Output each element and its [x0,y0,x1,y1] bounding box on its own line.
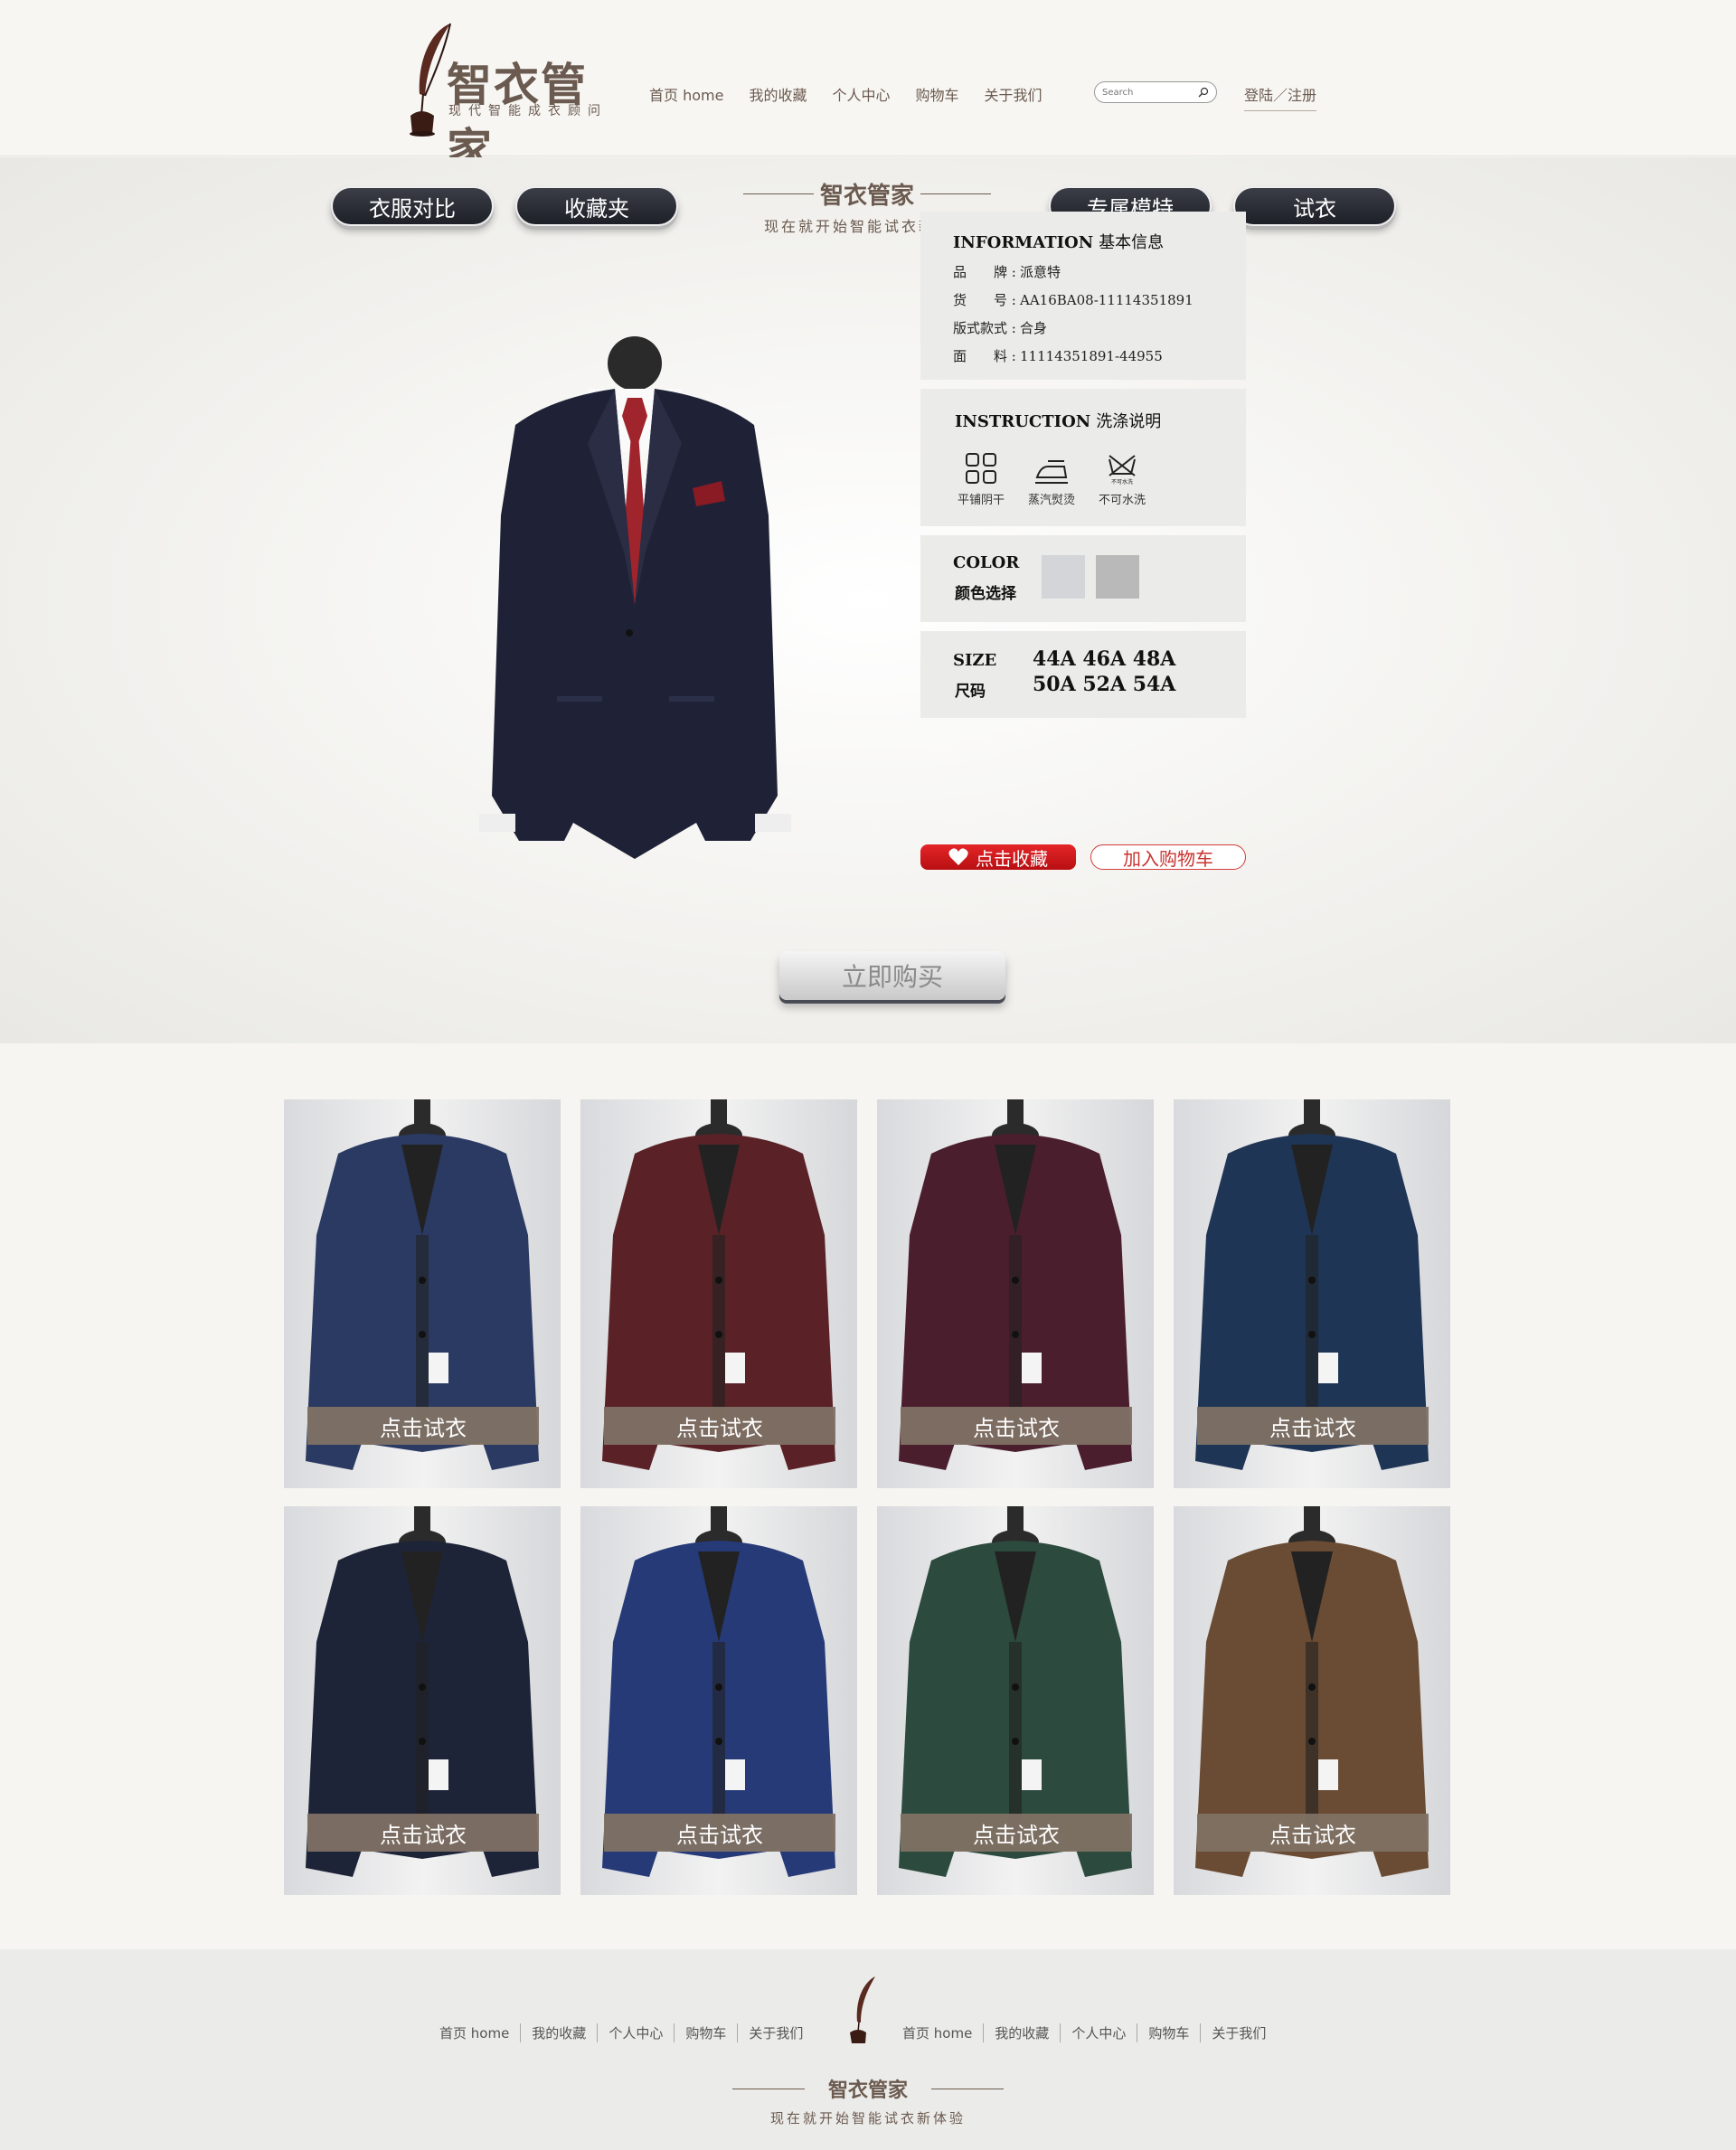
try-on-button[interactable]: 点击试衣 [307,1814,539,1852]
info-key: 面 料 : [953,348,1016,364]
divider [920,193,991,194]
color-title-zh: 颜色选择 [955,585,1016,603]
nav-about[interactable]: 关于我们 [985,83,1043,105]
flat-dry-icon [966,453,996,484]
search-icon[interactable] [1198,87,1209,98]
footer-nav-cart[interactable]: 购物车 [1137,2023,1202,2042]
color-swatch-grey[interactable] [1096,555,1139,599]
info-title-zh: 基本信息 [1099,233,1165,252]
footer-nav-favorites[interactable]: 我的收藏 [521,2023,599,2042]
info-row-sku: 货 号 : AA16BA08-11114351891 [953,290,1246,309]
nav-favorites[interactable]: 我的收藏 [749,83,807,105]
try-on-button[interactable]: 点击试衣 [1197,1407,1429,1445]
product-card[interactable]: 点击试衣 [284,1099,561,1488]
footer-nav-home[interactable]: 首页 home [892,2023,985,2042]
try-on-button[interactable]: 点击试衣 [901,1814,1132,1852]
footer-nav-cart[interactable]: 购物车 [675,2023,739,2042]
nav-home[interactable]: 首页 home [649,83,723,105]
care-label: 不可水洗 [1098,494,1146,507]
instruction-title-en: INSTRUCTION [955,412,1091,431]
try-on-button[interactable]: 点击试衣 [1197,1814,1429,1852]
product-card[interactable]: 点击试衣 [877,1506,1154,1895]
product-card[interactable]: 点击试衣 [877,1099,1154,1488]
instruction-panel: INSTRUCTION 洗涤说明 平铺阴干 蒸汽熨烫 不可水洗 不可水洗 [920,389,1246,526]
try-on-button[interactable]: 点击试衣 [901,1407,1132,1445]
footer-nav-left: 首页 home 我的收藏 个人中心 购物车 关于我们 [429,2023,814,2042]
info-value: AA16BA08-11114351891 [1020,292,1194,308]
footer-nav-profile[interactable]: 个人中心 [1061,2023,1138,2042]
care-label: 平铺阴干 [957,494,1005,507]
buy-now-button[interactable]: 立即购买 [779,951,1005,1000]
footer-nav-favorites[interactable]: 我的收藏 [984,2023,1061,2042]
favorite-button[interactable]: 点击收藏 [920,844,1076,870]
size-panel: SIZE 尺码 44A 46A 48A 50A 52A 54A [920,631,1246,718]
try-on-button[interactable]: 点击试衣 [604,1407,835,1445]
care-item: 不可水洗 不可水洗 [1096,450,1148,507]
footer-nav-right: 首页 home 我的收藏 个人中心 购物车 关于我们 [892,2023,1277,2042]
care-label: 蒸汽熨烫 [1027,494,1075,507]
brand-logo[interactable]: 智衣管家 现代智能成衣顾问 [405,22,631,176]
site-footer: 首页 home 我的收藏 个人中心 购物车 关于我们 首页 home 我的收藏 … [0,1949,1736,2150]
favorite-label: 点击收藏 [976,847,1048,870]
info-row-brand: 品 牌 : 派意特 [953,262,1246,281]
no-wash-icon: 不可水洗 [1109,455,1136,486]
size-options-row2[interactable]: 50A 52A 54A [1033,673,1175,696]
product-image [479,336,791,859]
footer-nav-profile[interactable]: 个人中心 [598,2023,675,2042]
tab-compare[interactable]: 衣服对比 [331,186,494,226]
product-card[interactable]: 点击试衣 [284,1506,561,1895]
quill-pen-icon [850,1976,875,2043]
search-box [1094,81,1217,103]
color-title: COLOR [953,553,1020,572]
instruction-title: INSTRUCTION 洗涤说明 [955,409,1246,432]
product-card[interactable]: 点击试衣 [1174,1506,1450,1895]
info-row-fit: 版式款式 : 合身 [953,318,1246,337]
steam-iron-icon [1035,460,1068,484]
search-input[interactable] [1102,85,1193,99]
site-header: 智衣管家 现代智能成衣顾问 首页 home 我的收藏 个人中心 购物车 关于我们… [0,0,1736,176]
product-card[interactable]: 点击试衣 [1174,1099,1450,1488]
size-title-zh: 尺码 [955,683,986,701]
size-title: SIZE [953,651,997,670]
info-key: 品 牌 : [953,264,1016,280]
info-title: INFORMATION 基本信息 [953,230,1246,253]
divider [743,193,814,194]
heart-icon [948,848,968,865]
care-item: 平铺阴干 [955,450,1007,507]
nav-profile[interactable]: 个人中心 [832,83,890,105]
login-register-link[interactable]: 登陆／注册 [1244,83,1317,111]
info-value: 11114351891-44955 [1020,348,1163,364]
no-wash-mark: 不可水洗 [1111,478,1133,486]
footer-brand: 智衣管家 现在就开始智能试衣新体验 [732,2074,1004,2127]
nav-cart[interactable]: 购物车 [915,83,958,105]
info-title-en: INFORMATION [953,233,1094,252]
footer-slogan: 现在就开始智能试衣新体验 [769,2110,966,2126]
add-to-cart-button[interactable]: 加入购物车 [1090,844,1246,870]
main-nav: 首页 home 我的收藏 个人中心 购物车 关于我们 [649,83,1043,105]
footer-nav-about[interactable]: 关于我们 [738,2023,814,2042]
color-panel: COLOR 颜色选择 [920,535,1246,622]
try-on-button[interactable]: 点击试衣 [307,1407,539,1445]
footer-nav-home[interactable]: 首页 home [429,2023,522,2042]
info-key: 货 号 : [953,292,1016,308]
instruction-title-zh: 洗涤说明 [1096,412,1162,431]
size-options-row1[interactable]: 44A 46A 48A [1033,647,1175,671]
color-swatch-light[interactable] [1042,555,1085,599]
info-value: 派意特 [1020,264,1061,280]
info-value: 合身 [1020,320,1048,336]
footer-nav-about[interactable]: 关于我们 [1201,2023,1277,2042]
brand-tagline: 现代智能成衣顾问 [448,104,608,118]
info-panel: INFORMATION 基本信息 品 牌 : 派意特 货 号 : AA16BA08-1… [920,212,1246,380]
care-icons: 平铺阴干 蒸汽熨烫 不可水洗 不可水洗 [955,450,1246,507]
tab-try-on[interactable]: 试衣 [1233,186,1396,226]
try-on-button[interactable]: 点击试衣 [604,1814,835,1852]
tab-favorites[interactable]: 收藏夹 [515,186,678,226]
care-item: 蒸汽熨烫 [1025,450,1078,507]
product-detail-section: 衣服对比 收藏夹 智衣管家 现在就开始智能试衣新体验 专属模特 试衣 INFOR… [0,157,1736,1043]
info-row-fabric: 面 料 :11114351891-44955 [953,346,1246,365]
product-card[interactable]: 点击试衣 [580,1506,857,1895]
product-card[interactable]: 点击试衣 [580,1099,857,1488]
info-key: 版式款式 : [953,320,1016,336]
